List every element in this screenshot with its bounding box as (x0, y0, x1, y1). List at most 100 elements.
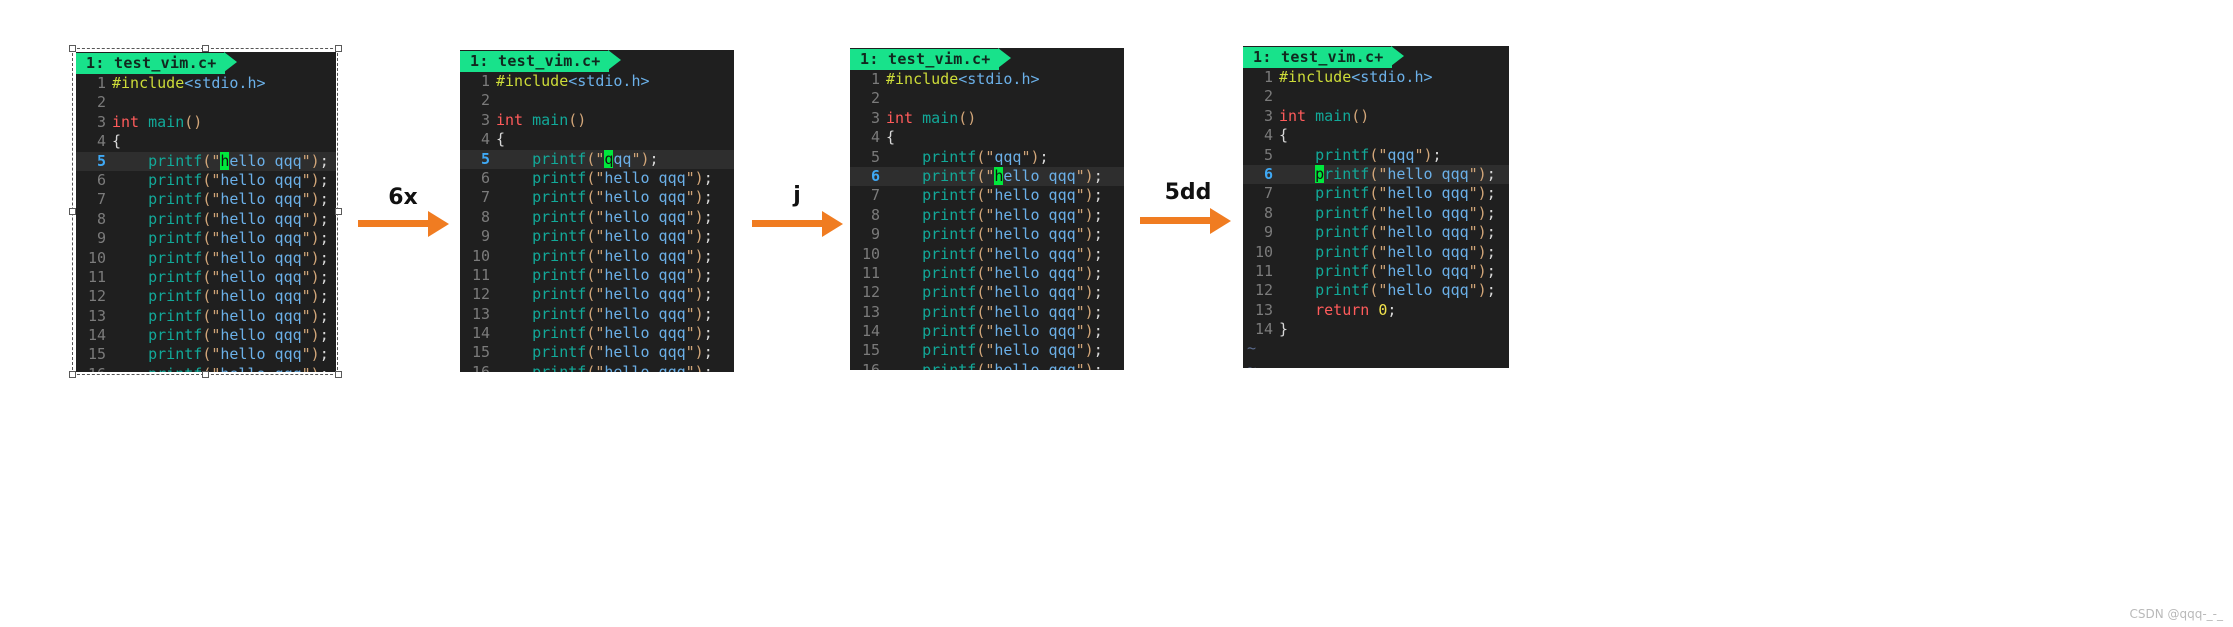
code-token: (" (202, 267, 221, 286)
line-number: 14 (471, 324, 490, 343)
code-area-after-5dd[interactable]: 1 #include<stdio.h> 2 3 int main() 4{5 printf… (1243, 67, 1509, 368)
code-token: hello qqq (604, 168, 686, 187)
code-line: 11 printf("hello qqq"); (460, 266, 734, 285)
code-token: printf (148, 267, 203, 286)
code-line: 3 int main() (850, 109, 1124, 128)
code-token: ") (1075, 205, 1094, 224)
code-area-after-6x[interactable]: 1 #include<stdio.h> 2 3 int main() 4{5 printf… (460, 71, 734, 372)
code-token: ") (685, 285, 704, 304)
line-number: 9 (1263, 223, 1273, 242)
tab-test-vim-c[interactable]: 1: test_vim.c+ (460, 51, 609, 72)
code-line: 5 printf("qqq"); (850, 148, 1124, 167)
code-token: qqq (994, 147, 1022, 166)
code-token: ; (319, 345, 329, 364)
code-token: hello qqq (220, 326, 302, 345)
code-token: { (1279, 126, 1289, 145)
arrow-head (428, 210, 449, 237)
selection-handle-ml[interactable] (69, 208, 76, 215)
code-line: 4{ (1243, 126, 1509, 145)
line-number: 12 (471, 285, 490, 304)
code-token: printf (1315, 145, 1370, 164)
tab-test-vim-c[interactable]: 1: test_vim.c+ (1243, 47, 1392, 68)
selection-handle-tr[interactable] (335, 45, 342, 52)
code-token: <stdio.h> (1351, 68, 1433, 86)
vim-window-before[interactable]: 1: test_vim.c+ 1 #include<stdio.h> 2 3 int m… (76, 52, 336, 372)
code-token: () (568, 110, 587, 129)
code-line: 13 printf("hello qqq"); (850, 303, 1124, 322)
tab-test-vim-c[interactable]: 1: test_vim.c+ (850, 49, 999, 70)
code-token: main (532, 110, 569, 129)
code-token: ") (1414, 145, 1433, 164)
code-token: (" (976, 263, 995, 282)
code-token: ; (319, 151, 329, 170)
code-token: ") (1075, 166, 1094, 185)
code-token: rintf (1324, 164, 1370, 183)
tab-arrow-icon (997, 48, 1011, 68)
code-line: 14} (1243, 320, 1509, 339)
code-line: 5 printf("hello qqq"); (76, 151, 336, 171)
code-token: ") (685, 343, 704, 362)
code-token: ") (301, 248, 320, 267)
code-token: ; (703, 285, 713, 304)
selection-handle-mr[interactable] (335, 208, 342, 215)
selection-handle-br[interactable] (335, 371, 342, 378)
vim-tabline: 1: test_vim.c+ (1243, 46, 1509, 68)
selection-handle-bl[interactable] (69, 371, 76, 378)
code-token: { (496, 130, 506, 149)
code-token: printf (148, 151, 203, 170)
code-token: #include (1279, 68, 1352, 86)
vim-tabline: 1: test_vim.c+ (850, 48, 1124, 70)
line-number: 15 (471, 343, 490, 362)
code-line: 9 printf("hello qqq"); (850, 225, 1124, 244)
selection-handle-bc[interactable] (202, 371, 209, 378)
selection-handle-tc[interactable] (202, 45, 209, 52)
arrow-step-1: 6x (358, 185, 449, 245)
code-area-before[interactable]: 1 #include<stdio.h> 2 3 int main() 4{5 printf… (76, 73, 336, 372)
code-token: hello qqq (604, 304, 686, 323)
code-token: ") (1021, 147, 1040, 166)
screenshot-canvas: 1: test_vim.c+ 1 #include<stdio.h> 2 3 int m… (0, 0, 2233, 627)
code-token: ") (302, 365, 320, 372)
code-line: 12 printf("hello qqq"); (850, 283, 1124, 302)
code-token: ; (1093, 322, 1103, 341)
vim-window-after-6x[interactable]: 1: test_vim.c+ 1 #include<stdio.h> 2 3 int m… (460, 50, 734, 372)
code-token: hello qqq (220, 248, 302, 267)
code-area-after-j[interactable]: 1 #include<stdio.h> 2 3 int main() 4{5 printf… (850, 69, 1124, 370)
code-token: () (184, 112, 203, 131)
code-token: hello qqq (604, 227, 686, 246)
vim-window-after-j[interactable]: 1: test_vim.c+ 1 #include<stdio.h> 2 3 int m… (850, 48, 1124, 370)
vim-tabline: 1: test_vim.c+ (460, 50, 734, 72)
code-token: printf (148, 190, 203, 209)
code-token: ello qqq (1003, 166, 1076, 185)
code-token: (" (202, 306, 221, 325)
code-token: main (148, 112, 185, 131)
tab-test-vim-c[interactable]: 1: test_vim.c+ (76, 53, 225, 74)
selection-handle-tl[interactable] (69, 45, 76, 52)
code-token: ") (685, 227, 704, 246)
vim-window-after-5dd[interactable]: 1: test_vim.c+ 1 #include<stdio.h> 2 3 int m… (1243, 46, 1509, 368)
code-token: (" (586, 246, 605, 265)
code-token: ; (1093, 186, 1103, 205)
code-token: (" (202, 248, 221, 267)
line-number: 16 (76, 365, 106, 372)
code-token: (" (1369, 145, 1388, 164)
code-token: printf (1315, 242, 1370, 261)
code-token: (" (202, 170, 221, 189)
code-token: hello qqq (1387, 281, 1469, 300)
code-token: hello qqq (994, 341, 1076, 360)
code-line: 10 printf("hello qqq"); (76, 249, 336, 268)
